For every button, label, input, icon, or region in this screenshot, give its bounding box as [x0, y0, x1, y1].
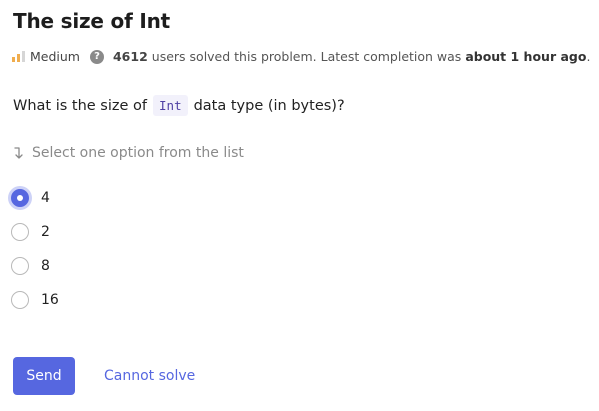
option-label: 16	[41, 292, 59, 308]
option-8[interactable]: 8	[11, 255, 59, 277]
send-button[interactable]: Send	[13, 357, 75, 395]
option-2[interactable]: 2	[11, 221, 59, 243]
options-list: 4 2 8 16	[11, 187, 59, 323]
help-icon[interactable]: ?	[89, 49, 104, 64]
radio-button[interactable]	[11, 291, 29, 309]
option-label: 2	[41, 224, 50, 240]
cannot-solve-link[interactable]: Cannot solve	[104, 368, 195, 384]
code-snippet: Int	[153, 95, 188, 116]
difficulty-bars-icon	[12, 51, 25, 62]
select-hint: Select one option from the list	[13, 145, 244, 161]
option-16[interactable]: 16	[11, 289, 59, 311]
option-4[interactable]: 4	[11, 187, 59, 209]
radio-button[interactable]	[11, 223, 29, 241]
solved-text: users solved this problem. Latest comple…	[151, 49, 591, 64]
radio-button[interactable]	[11, 257, 29, 275]
question-text: What is the size of Int data type (in by…	[13, 95, 345, 116]
latest-completion: about 1 hour ago	[465, 49, 587, 64]
problem-meta: Medium ? 4612 users solved this problem.…	[12, 49, 590, 64]
difficulty-label: Medium	[30, 49, 80, 64]
option-label: 4	[41, 190, 50, 206]
arrow-down-icon	[14, 147, 23, 159]
page-title: The size of Int	[13, 9, 170, 33]
option-label: 8	[41, 258, 50, 274]
radio-button[interactable]	[11, 189, 29, 207]
solved-count: 4612	[112, 49, 148, 64]
